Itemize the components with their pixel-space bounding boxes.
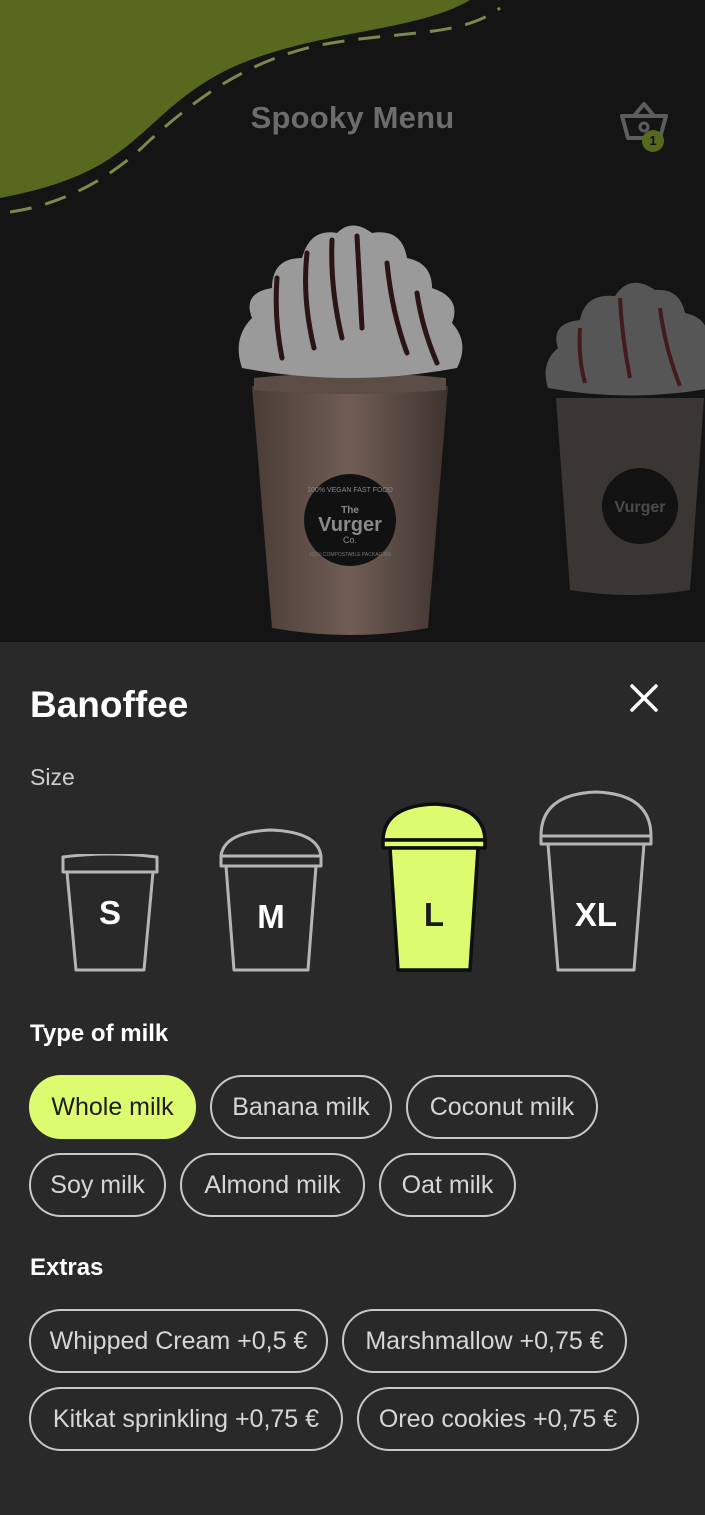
size-option-xl[interactable]: XL <box>538 790 654 974</box>
product-name: Banoffee <box>30 684 189 725</box>
cup-logo-bottom: 100% COMPOSTABLE PACKAGING <box>309 552 392 558</box>
large-cup-icon <box>381 802 487 972</box>
size-option-l[interactable]: L <box>380 802 488 974</box>
cup-logo-top: 100% VEGAN FAST FOOD <box>307 487 393 494</box>
size-option-s[interactable]: S <box>58 852 162 974</box>
cup-logo-brand-secondary: Vurger <box>615 499 666 516</box>
product-options-sheet: Banoffee Size S M L XL Type of milk Whol… <box>0 642 705 1515</box>
extra-large-cup-icon <box>539 790 653 972</box>
cart-count-badge[interactable]: 1 <box>642 130 664 152</box>
milk-chip-whole[interactable]: Whole milk <box>29 1075 196 1139</box>
extra-chip-marshmallow[interactable]: Marshmallow +0,75 € <box>342 1309 627 1373</box>
size-label-s: S <box>98 894 121 931</box>
close-icon[interactable] <box>624 678 664 718</box>
extra-chip-whipped-cream[interactable]: Whipped Cream +0,5 € <box>29 1309 328 1373</box>
size-label-m: M <box>257 898 285 935</box>
hero-area: Spooky Menu 1 100% VEGAN FAST FOOD The V… <box>0 0 705 642</box>
milk-chip-oat[interactable]: Oat milk <box>379 1153 516 1217</box>
milk-chip-banana[interactable]: Banana milk <box>210 1075 392 1139</box>
milk-chip-soy[interactable]: Soy milk <box>29 1153 166 1217</box>
page-title: Spooky Menu <box>250 100 455 135</box>
extras-section-title: Extras <box>30 1254 104 1281</box>
cup-logo-brand-2: Vurger <box>318 514 382 536</box>
size-label-l: L <box>423 896 445 933</box>
size-label-xl: XL <box>574 896 618 933</box>
milk-section-title: Type of milk <box>30 1020 169 1047</box>
extra-chip-oreo[interactable]: Oreo cookies +0,75 € <box>357 1387 639 1451</box>
product-image: 100% VEGAN FAST FOOD The Vurger Co. 100%… <box>238 225 463 635</box>
milk-chip-almond[interactable]: Almond milk <box>180 1153 365 1217</box>
secondary-product-image: Vurger <box>545 282 705 595</box>
milk-chip-coconut[interactable]: Coconut milk <box>406 1075 598 1139</box>
cup-logo-brand-3: Co. <box>343 535 357 545</box>
extra-chip-kitkat[interactable]: Kitkat sprinkling +0,75 € <box>29 1387 343 1451</box>
size-option-m[interactable]: M <box>218 828 324 974</box>
size-label: Size <box>30 764 75 790</box>
